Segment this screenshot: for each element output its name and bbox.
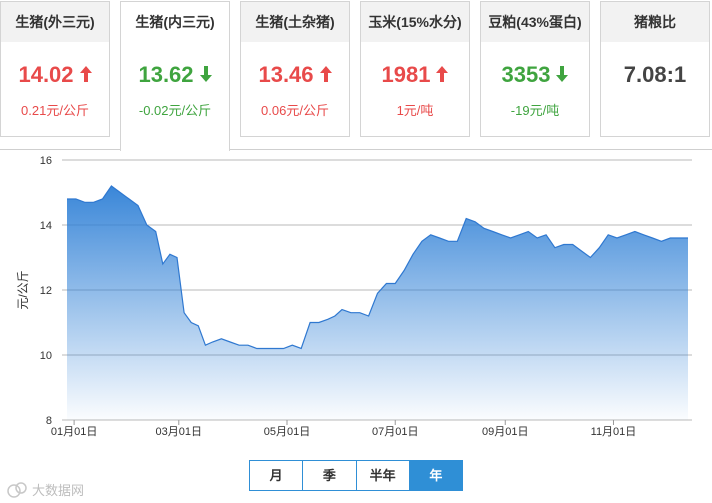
x-tick-label: 07月01日 (372, 426, 418, 438)
y-tick-label: 10 (40, 350, 52, 362)
card-price: 1981 (361, 62, 469, 88)
down-arrow-icon (199, 66, 212, 83)
card-change: 0.06元/公斤 (261, 103, 329, 118)
range-halfyear-button[interactable]: 半年 (357, 461, 410, 490)
watermark: 大数据网 (6, 480, 84, 499)
card-price: 7.08:1 (601, 62, 709, 88)
logo-icon (7, 481, 27, 498)
card-price-value: 13.46 (258, 62, 314, 87)
card-change: 1元/吨 (396, 103, 434, 118)
card-title: 玉米(15%水分) (361, 2, 469, 42)
card-title: 生猪(内三元) (135, 14, 215, 30)
y-tick-label: 12 (40, 285, 52, 297)
card-price: 14.02 (1, 62, 109, 88)
card-price-value: 3353 (501, 62, 551, 87)
range-quarter-button[interactable]: 季 (303, 461, 357, 490)
price-cards: 生猪(外三元) 14.02 0.21元/公斤 生猪(内三元) 13.62 -0.… (0, 0, 712, 151)
card-title: 生猪(外三元) (1, 2, 109, 42)
card-title: 猪粮比 (601, 2, 709, 42)
x-tick-label: 11月01日 (591, 426, 637, 438)
range-selector: 月 季 半年 年 (249, 460, 463, 491)
x-tick-label: 01月01日 (51, 426, 97, 438)
up-arrow-icon (79, 66, 92, 83)
card-price-value: 1981 (381, 62, 431, 87)
card-price-value: 14.02 (18, 62, 74, 87)
card-price-value: 13.62 (138, 62, 194, 87)
card-change: -0.02元/公斤 (138, 103, 212, 118)
series-area (67, 185, 688, 420)
card-price-value: 7.08:1 (623, 62, 687, 87)
card-title: 豆粕(43%蛋白) (481, 2, 589, 42)
watermark-text: 大数据网 (32, 483, 85, 498)
x-tick-label: 05月01日 (264, 426, 310, 438)
range-year-button[interactable]: 年 (409, 461, 462, 490)
x-tick-label: 03月01日 (156, 426, 202, 438)
card-price: 3353 (481, 62, 589, 88)
up-arrow-icon (436, 66, 449, 83)
price-card[interactable]: 猪粮比 7.08:1 (600, 1, 710, 137)
price-card[interactable]: 玉米(15%水分) 1981 1元/吨 (360, 1, 470, 137)
price-area-chart: 810121416 01月01日 03月01日 05月01日 07月01日 09月01日… (16, 155, 692, 438)
range-month-button[interactable]: 月 (250, 461, 304, 490)
y-axis-label: 元/公斤 (16, 270, 30, 309)
price-card-active[interactable]: 生猪(内三元) 13.62 -0.02元/公斤 (120, 1, 230, 151)
up-arrow-icon (319, 66, 332, 83)
card-price: 13.62 (121, 62, 229, 88)
y-tick-label: 14 (40, 220, 52, 232)
series-area-fill (67, 186, 688, 420)
x-tick-label: 09月01日 (482, 426, 528, 438)
card-change: 0.21元/公斤 (21, 103, 89, 118)
x-tick-labels: 01月01日 03月01日 05月01日 07月01日 09月01日 11月01日 (51, 420, 636, 438)
y-tick-label: 16 (40, 155, 52, 167)
price-card[interactable]: 豆粕(43%蛋白) 3353 -19元/吨 (480, 1, 590, 137)
price-card[interactable]: 生猪(土杂猪) 13.46 0.06元/公斤 (240, 1, 350, 137)
card-title: 生猪(土杂猪) (241, 2, 349, 42)
down-arrow-icon (556, 66, 569, 83)
price-card[interactable]: 生猪(外三元) 14.02 0.21元/公斤 (0, 1, 110, 137)
y-tick-labels: 810121416 (40, 155, 52, 427)
card-price: 13.46 (241, 62, 349, 88)
card-change: -19元/吨 (510, 103, 560, 118)
